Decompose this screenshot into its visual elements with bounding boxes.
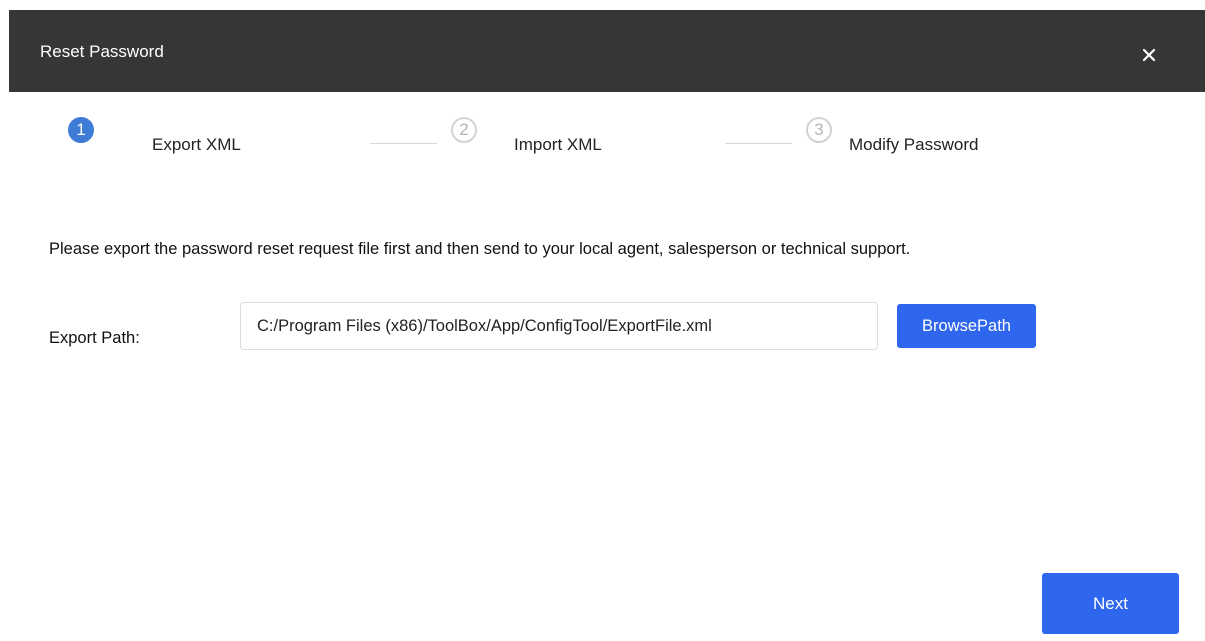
dialog-title: Reset Password (40, 42, 164, 61)
close-button[interactable] (1137, 43, 1161, 67)
step-indicator: 1 Export XML 2 Import XML 3 Modify Passw… (9, 92, 1205, 182)
next-button[interactable]: Next (1042, 573, 1179, 634)
background-strip (0, 0, 1205, 10)
export-path-input[interactable] (240, 302, 878, 350)
close-icon (1142, 48, 1156, 62)
step-connector (725, 143, 792, 144)
reset-password-dialog: Reset Password 1 Export XML 2 Import XML… (9, 10, 1205, 641)
step-1-label: Export XML (152, 135, 241, 154)
step-connector (370, 143, 437, 144)
step-3-number: 3 (806, 117, 832, 143)
instructions-text: Please export the password reset request… (49, 240, 911, 258)
step-2-label: Import XML (514, 135, 602, 154)
export-path-label: Export Path: (49, 329, 140, 347)
step-1-number: 1 (68, 117, 94, 143)
browse-path-button[interactable]: BrowsePath (897, 304, 1036, 348)
dialog-titlebar: Reset Password (9, 10, 1205, 92)
step-2-number: 2 (451, 117, 477, 143)
step-3-label: Modify Password (849, 135, 979, 154)
